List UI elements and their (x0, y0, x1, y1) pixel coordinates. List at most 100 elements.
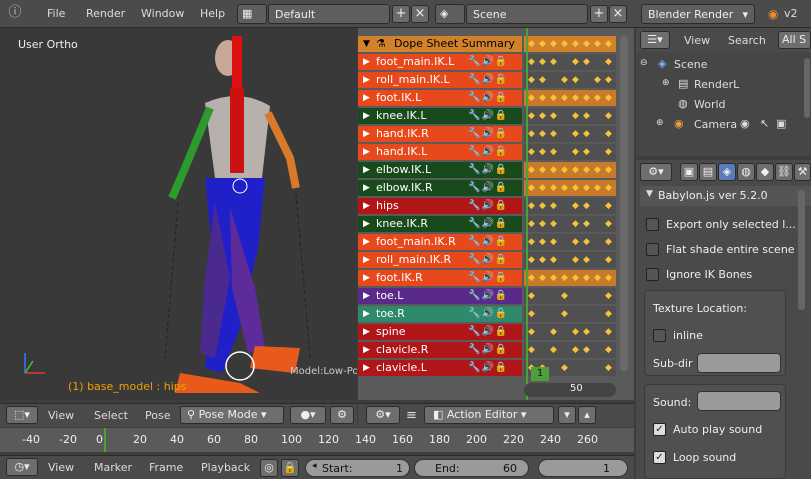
keyframe-marker[interactable]: ◆ (550, 183, 557, 193)
keyframe-marker[interactable]: ◆ (605, 129, 612, 139)
keyframe-marker[interactable]: ◆ (550, 147, 557, 157)
collapse-icon[interactable]: ⊖ (640, 58, 648, 68)
keyframe-marker[interactable]: ◆ (528, 75, 535, 85)
keying-icon[interactable]: ◎ (260, 459, 278, 477)
object-tab-icon[interactable]: ◆ (756, 163, 774, 181)
channel-row[interactable]: ▶ hips 🔧🔊🔒 (358, 198, 522, 214)
summary-keyframe-marker[interactable]: ◆ (528, 39, 535, 49)
keyframe-marker[interactable]: ◆ (539, 201, 546, 211)
channel-row[interactable]: ▶ foot.IK.L 🔧🔊🔒 (358, 90, 522, 106)
channel-mute-icons[interactable]: 🔧🔊🔒 (468, 216, 508, 232)
lock-icon[interactable]: 🔒 (281, 459, 299, 477)
channel-expand-icon[interactable]: ▶ (363, 288, 370, 304)
menu-file[interactable]: File (47, 7, 65, 20)
channel-expand-icon[interactable]: ▶ (363, 180, 370, 196)
keyframe-marker[interactable]: ◆ (605, 255, 612, 265)
keyframe-marker[interactable]: ◆ (605, 219, 612, 229)
keyframe-marker[interactable]: ◆ (572, 219, 579, 229)
down-arrow-icon[interactable]: ▾ (558, 406, 576, 424)
keyframe-marker[interactable]: ◆ (583, 273, 590, 283)
loop-checkbox[interactable]: ✓ (653, 451, 666, 464)
channel-row[interactable]: ▶ clavicle.R 🔧🔊🔒 (358, 342, 522, 358)
timeline-playback-menu[interactable]: Playback (201, 461, 250, 474)
keyframe-marker[interactable]: ◆ (528, 93, 535, 103)
channel-row[interactable]: ▶ toe.L 🔧🔊🔒 (358, 288, 522, 304)
layout-icon[interactable]: ▦ (237, 4, 267, 24)
timeline-view-menu[interactable]: View (48, 461, 74, 474)
end-frame-field[interactable]: End: 60 (414, 459, 529, 477)
channel-mute-icons[interactable]: 🔧🔊🔒 (468, 108, 508, 124)
keyframe-marker[interactable]: ◆ (550, 273, 557, 283)
keyframe-marker[interactable]: ◆ (528, 237, 535, 247)
timeline-playhead[interactable] (104, 428, 106, 452)
channel-expand-icon[interactable]: ▶ (363, 72, 370, 88)
keyframe-marker[interactable]: ◆ (605, 273, 612, 283)
babylon-panel-header[interactable]: ▼ Babylon.js ver 5.2.0 (640, 186, 811, 206)
keyframe-marker[interactable]: ◆ (583, 255, 590, 265)
menu-render[interactable]: Render (86, 7, 125, 20)
outliner-item-camera[interactable]: Camera (694, 118, 737, 131)
dope-sheet-editor[interactable]: ▼ ⚗ Dope Sheet Summary ▶ foot_main.IK.L 🔧🔊… (358, 28, 634, 400)
channel-expand-icon[interactable]: ▶ (363, 270, 370, 286)
keyframe-marker[interactable]: ◆ (528, 327, 535, 337)
summary-keyframe-marker[interactable]: ◆ (594, 39, 601, 49)
channel-row[interactable]: ▶ roll_main.IK.R 🔧🔊🔒 (358, 252, 522, 268)
keyframe-marker[interactable]: ◆ (528, 129, 535, 139)
scene-icon[interactable]: ◈ (435, 4, 465, 24)
menu-icon[interactable]: ≡ (406, 408, 417, 423)
channel-mute-icons[interactable]: 🔧🔊🔒 (468, 198, 508, 214)
channel-row[interactable]: ▶ hand.IK.R 🔧🔊🔒 (358, 126, 522, 142)
keyframe-marker[interactable]: ◆ (572, 345, 579, 355)
channel-row[interactable]: ▶ spine 🔧🔊🔒 (358, 324, 522, 340)
keyframe-marker[interactable]: ◆ (561, 363, 568, 373)
panel-collapse-icon[interactable]: ▼ (646, 189, 653, 199)
visibility-eye-icon[interactable]: ◉ (740, 117, 750, 130)
render-engine-select[interactable]: Blender Render ▾ (641, 4, 755, 24)
keyframe-marker[interactable]: ◆ (605, 147, 612, 157)
add-scene-button[interactable]: + (590, 5, 608, 23)
editor-mode-select[interactable]: ◧ Action Editor ▾ (424, 406, 554, 424)
keyframe-marker[interactable]: ◆ (583, 57, 590, 67)
keyframe-marker[interactable]: ◆ (583, 183, 590, 193)
timeline-marker-menu[interactable]: Marker (94, 461, 132, 474)
keyframe-marker[interactable]: ◆ (550, 255, 557, 265)
channel-row[interactable]: ▶ foot.IK.R 🔧🔊🔒 (358, 270, 522, 286)
channel-row[interactable]: ▶ roll_main.IK.L 🔧🔊🔒 (358, 72, 522, 88)
channel-row[interactable]: ▶ toe.R 🔧🔊🔒 (358, 306, 522, 322)
keyframe-marker[interactable]: ◆ (550, 345, 557, 355)
channel-mute-icons[interactable]: 🔧🔊🔒 (468, 126, 508, 142)
keyframe-marker[interactable]: ◆ (561, 93, 568, 103)
channel-expand-icon[interactable]: ▶ (363, 252, 370, 268)
keyframe-marker[interactable]: ◆ (605, 309, 612, 319)
channel-mute-icons[interactable]: 🔧🔊🔒 (468, 90, 508, 106)
keyframe-marker[interactable]: ◆ (583, 237, 590, 247)
outliner[interactable]: ☰▾ View Search All S ⊖ ◈ Scene ⊕ ▤ Rende… (636, 28, 811, 156)
timeline[interactable]: -40 -20 0 20 40 60 80 100 120 140 160 180 200 220 240 2… (0, 428, 634, 452)
dopesheet-vscroll[interactable] (620, 36, 628, 371)
keyframe-marker[interactable]: ◆ (539, 183, 546, 193)
summary-keyframe-marker[interactable]: ◆ (561, 39, 568, 49)
channel-mute-icons[interactable]: 🔧🔊🔒 (468, 288, 508, 304)
keyframe-marker[interactable]: ◆ (561, 75, 568, 85)
subdir-input[interactable] (697, 353, 781, 373)
keyframe-marker[interactable]: ◆ (539, 273, 546, 283)
keyframe-marker[interactable]: ◆ (550, 93, 557, 103)
auto-play-checkbox[interactable]: ✓ (653, 423, 666, 436)
menu-window[interactable]: Window (141, 7, 184, 20)
keyframe-marker[interactable]: ◆ (572, 237, 579, 247)
keyframe-marker[interactable]: ◆ (594, 75, 601, 85)
viewport-select-menu[interactable]: Select (94, 409, 128, 422)
keyframe-marker[interactable]: ◆ (539, 219, 546, 229)
layout-field[interactable]: Default (268, 4, 390, 24)
keyframe-marker[interactable]: ◆ (572, 201, 579, 211)
keyframe-marker[interactable]: ◆ (572, 57, 579, 67)
summary-keyframe-marker[interactable]: ◆ (583, 39, 590, 49)
keyframe-marker[interactable]: ◆ (572, 75, 579, 85)
keyframe-marker[interactable]: ◆ (572, 273, 579, 283)
modifier-tab-icon[interactable]: ⚒ (794, 163, 811, 181)
expand-renderlayers-icon[interactable]: ⊕ (662, 78, 670, 88)
keyframe-marker[interactable]: ◆ (550, 237, 557, 247)
keyframe-marker[interactable]: ◆ (583, 165, 590, 175)
keyframe-marker[interactable]: ◆ (572, 93, 579, 103)
keyframe-marker[interactable]: ◆ (528, 111, 535, 121)
